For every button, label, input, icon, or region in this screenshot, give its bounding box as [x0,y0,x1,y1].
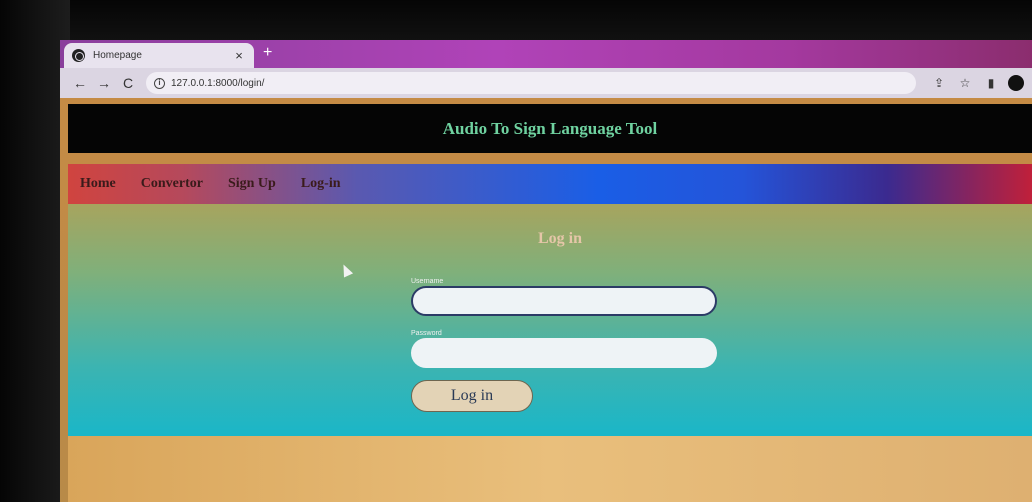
password-label: Password [411,330,442,337]
address-bar[interactable]: i 127.0.0.1:8000/login/ [146,72,916,94]
web-page: Audio To Sign Language Tool Home Convert… [60,98,1032,502]
new-tab-icon[interactable]: + [263,44,272,62]
tab-bar: Homepage × + [60,40,1032,68]
site-navbar: Home Convertor Sign Up Log-in [68,164,1032,204]
site-title: Audio To Sign Language Tool [442,118,658,138]
login-section: Log in Username Password Log in [68,204,1032,436]
username-input[interactable] [411,286,717,316]
nav-log-in[interactable]: Log-in [301,176,341,192]
page-footer [68,436,1032,502]
bookmark-star-icon[interactable]: ☆ [952,76,978,90]
back-icon[interactable]: ← [68,75,92,91]
forward-icon[interactable]: → [92,75,116,91]
site-header: Audio To Sign Language Tool [68,104,1032,153]
browser-toolbar: ← → C i 127.0.0.1:8000/login/ ⇪ ☆ ▮ [60,68,1032,98]
tab-title: Homepage [93,50,142,61]
login-heading: Log in [538,230,583,247]
nav-convertor[interactable]: Convertor [141,176,203,192]
username-label: Username [411,278,444,285]
login-button[interactable]: Log in [411,380,533,412]
mouse-cursor-icon [338,262,354,278]
nav-sign-up[interactable]: Sign Up [228,176,276,192]
browser-window: Homepage × + ← → C i 127.0.0.1:8000/logi… [60,40,1032,502]
site-info-icon[interactable]: i [154,77,165,89]
profile-avatar[interactable] [1008,75,1024,91]
share-icon[interactable]: ⇪ [926,76,952,90]
password-input[interactable] [411,338,717,368]
nav-home[interactable]: Home [80,176,116,192]
side-panel-icon[interactable]: ▮ [978,76,1004,90]
active-tab[interactable]: Homepage × [64,43,254,68]
url-text: 127.0.0.1:8000/login/ [171,77,265,89]
reload-icon[interactable]: C [116,75,140,91]
globe-icon [72,49,85,62]
close-tab-icon[interactable]: × [232,48,246,63]
monitor-bezel-top [0,0,1032,40]
